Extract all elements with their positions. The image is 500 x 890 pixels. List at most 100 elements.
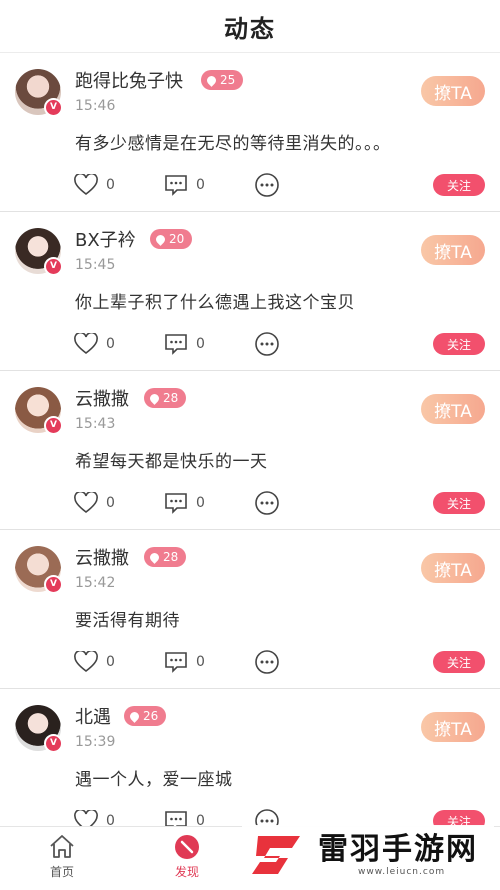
post-content: 要活得有期待 bbox=[75, 611, 180, 631]
post-actions: 0 0 关注 bbox=[74, 331, 485, 357]
avatar[interactable]: V bbox=[15, 228, 63, 276]
comment-button[interactable]: 0 bbox=[164, 172, 205, 198]
page-title: 动态 bbox=[224, 14, 276, 43]
like-count: 0 bbox=[106, 177, 115, 193]
like-button[interactable]: 0 bbox=[74, 808, 115, 826]
like-button[interactable]: 0 bbox=[74, 490, 115, 516]
feed-post: V 云撒撒 28 15:42 撩TA 要活得有期待 0 0 关注 bbox=[0, 530, 500, 689]
like-button[interactable]: 0 bbox=[74, 172, 115, 198]
home-icon bbox=[50, 835, 74, 858]
follow-button[interactable]: 关注 bbox=[433, 333, 485, 355]
more-button[interactable] bbox=[254, 490, 280, 516]
heart-icon bbox=[74, 174, 98, 196]
comment-button[interactable]: 0 bbox=[164, 331, 205, 357]
feed-post: V 云撒撒 28 15:43 撩TA 希望每天都是快乐的一天 0 0 关注 bbox=[0, 371, 500, 530]
more-button[interactable] bbox=[254, 172, 280, 198]
level-value: 26 bbox=[143, 709, 159, 723]
like-count: 0 bbox=[106, 654, 115, 670]
comment-count: 0 bbox=[196, 336, 205, 352]
post-actions: 0 0 关注 bbox=[74, 490, 485, 516]
tab-discover[interactable]: 发现 bbox=[152, 833, 222, 880]
location-pin-icon bbox=[148, 550, 161, 564]
avatar[interactable]: V bbox=[15, 69, 63, 117]
like-count: 0 bbox=[106, 813, 115, 826]
verified-badge: V bbox=[44, 575, 63, 594]
post-time: 15:39 bbox=[75, 734, 116, 750]
tab-discover-label: 发现 bbox=[174, 865, 199, 879]
follow-button[interactable]: 关注 bbox=[433, 492, 485, 514]
more-icon bbox=[255, 809, 279, 826]
comment-count: 0 bbox=[196, 654, 205, 670]
user-name[interactable]: 北遇 bbox=[75, 703, 111, 729]
level-value: 28 bbox=[163, 550, 179, 564]
user-name[interactable]: 云撒撒 bbox=[75, 544, 129, 570]
post-time: 15:45 bbox=[75, 257, 116, 273]
feed-post: V BX子衿 20 15:45 撩TA 你上辈子积了什么德遇上我这个宝贝 0 0… bbox=[0, 212, 500, 371]
feed-post: V 跑得比兔子快 25 15:46 撩TA 有多少感情是在无尽的等待里消失的。。… bbox=[0, 53, 500, 212]
flirt-button[interactable]: 撩TA bbox=[421, 553, 485, 583]
verified-badge: V bbox=[44, 734, 63, 753]
verified-badge: V bbox=[44, 416, 63, 435]
like-button[interactable]: 0 bbox=[74, 331, 115, 357]
avatar[interactable]: V bbox=[15, 546, 63, 594]
feed-post: V 北遇 26 15:39 撩TA 遇一个人，爱一座城 0 0 关注 bbox=[0, 689, 500, 826]
compass-icon bbox=[175, 835, 199, 859]
feed-list: V 跑得比兔子快 25 15:46 撩TA 有多少感情是在无尽的等待里消失的。。… bbox=[0, 53, 500, 826]
more-icon bbox=[255, 332, 279, 356]
site-watermark: 雷羽手游网 www.leiucn.com bbox=[242, 825, 494, 885]
level-badge: 20 bbox=[150, 229, 193, 249]
comment-button[interactable]: 0 bbox=[164, 649, 205, 675]
comment-count: 0 bbox=[196, 495, 205, 511]
follow-button[interactable]: 关注 bbox=[433, 810, 485, 826]
comment-icon bbox=[165, 811, 187, 826]
comment-icon bbox=[165, 493, 187, 514]
level-badge: 28 bbox=[144, 388, 187, 408]
tab-home-label: 首页 bbox=[49, 865, 74, 879]
follow-button[interactable]: 关注 bbox=[433, 651, 485, 673]
post-actions: 0 0 关注 bbox=[74, 649, 485, 675]
post-time: 15:43 bbox=[75, 416, 116, 432]
heart-icon bbox=[74, 333, 98, 355]
watermark-url: www.leiucn.com bbox=[358, 867, 446, 877]
comment-icon bbox=[165, 175, 187, 196]
level-badge: 25 bbox=[201, 70, 244, 90]
more-icon bbox=[255, 650, 279, 674]
more-button[interactable] bbox=[254, 331, 280, 357]
post-content: 有多少感情是在无尽的等待里消失的。。。 bbox=[75, 134, 391, 154]
level-value: 20 bbox=[169, 232, 185, 246]
post-content: 希望每天都是快乐的一天 bbox=[75, 452, 268, 472]
level-badge: 28 bbox=[144, 547, 187, 567]
post-actions: 0 0 关注 bbox=[74, 808, 485, 826]
avatar[interactable]: V bbox=[15, 387, 63, 435]
verified-badge: V bbox=[44, 98, 63, 117]
location-pin-icon bbox=[148, 391, 161, 405]
flirt-button[interactable]: 撩TA bbox=[421, 235, 485, 265]
watermark-text: 雷羽手游网 bbox=[318, 832, 478, 867]
location-pin-icon bbox=[128, 709, 141, 723]
follow-button[interactable]: 关注 bbox=[433, 174, 485, 196]
user-name[interactable]: BX子衿 bbox=[75, 226, 136, 252]
more-button[interactable] bbox=[254, 649, 280, 675]
more-icon bbox=[255, 173, 279, 197]
user-name[interactable]: 云撒撒 bbox=[75, 385, 129, 411]
more-button[interactable] bbox=[254, 808, 280, 826]
flirt-button[interactable]: 撩TA bbox=[421, 76, 485, 106]
comment-button[interactable]: 0 bbox=[164, 808, 205, 826]
post-actions: 0 0 关注 bbox=[74, 172, 485, 198]
comment-icon bbox=[165, 652, 187, 673]
comment-button[interactable]: 0 bbox=[164, 490, 205, 516]
post-time: 15:46 bbox=[75, 98, 116, 114]
tab-home[interactable]: 首页 bbox=[27, 833, 97, 880]
user-name[interactable]: 跑得比兔子快 bbox=[75, 67, 183, 93]
flirt-button[interactable]: 撩TA bbox=[421, 394, 485, 424]
location-pin-icon bbox=[205, 73, 218, 87]
top-bar: 动态 bbox=[0, 0, 500, 53]
comment-count: 0 bbox=[196, 177, 205, 193]
verified-badge: V bbox=[44, 257, 63, 276]
avatar[interactable]: V bbox=[15, 705, 63, 753]
post-content: 遇一个人，爱一座城 bbox=[75, 770, 233, 790]
flirt-button[interactable]: 撩TA bbox=[421, 712, 485, 742]
level-value: 28 bbox=[163, 391, 179, 405]
level-badge: 26 bbox=[124, 706, 167, 726]
like-button[interactable]: 0 bbox=[74, 649, 115, 675]
